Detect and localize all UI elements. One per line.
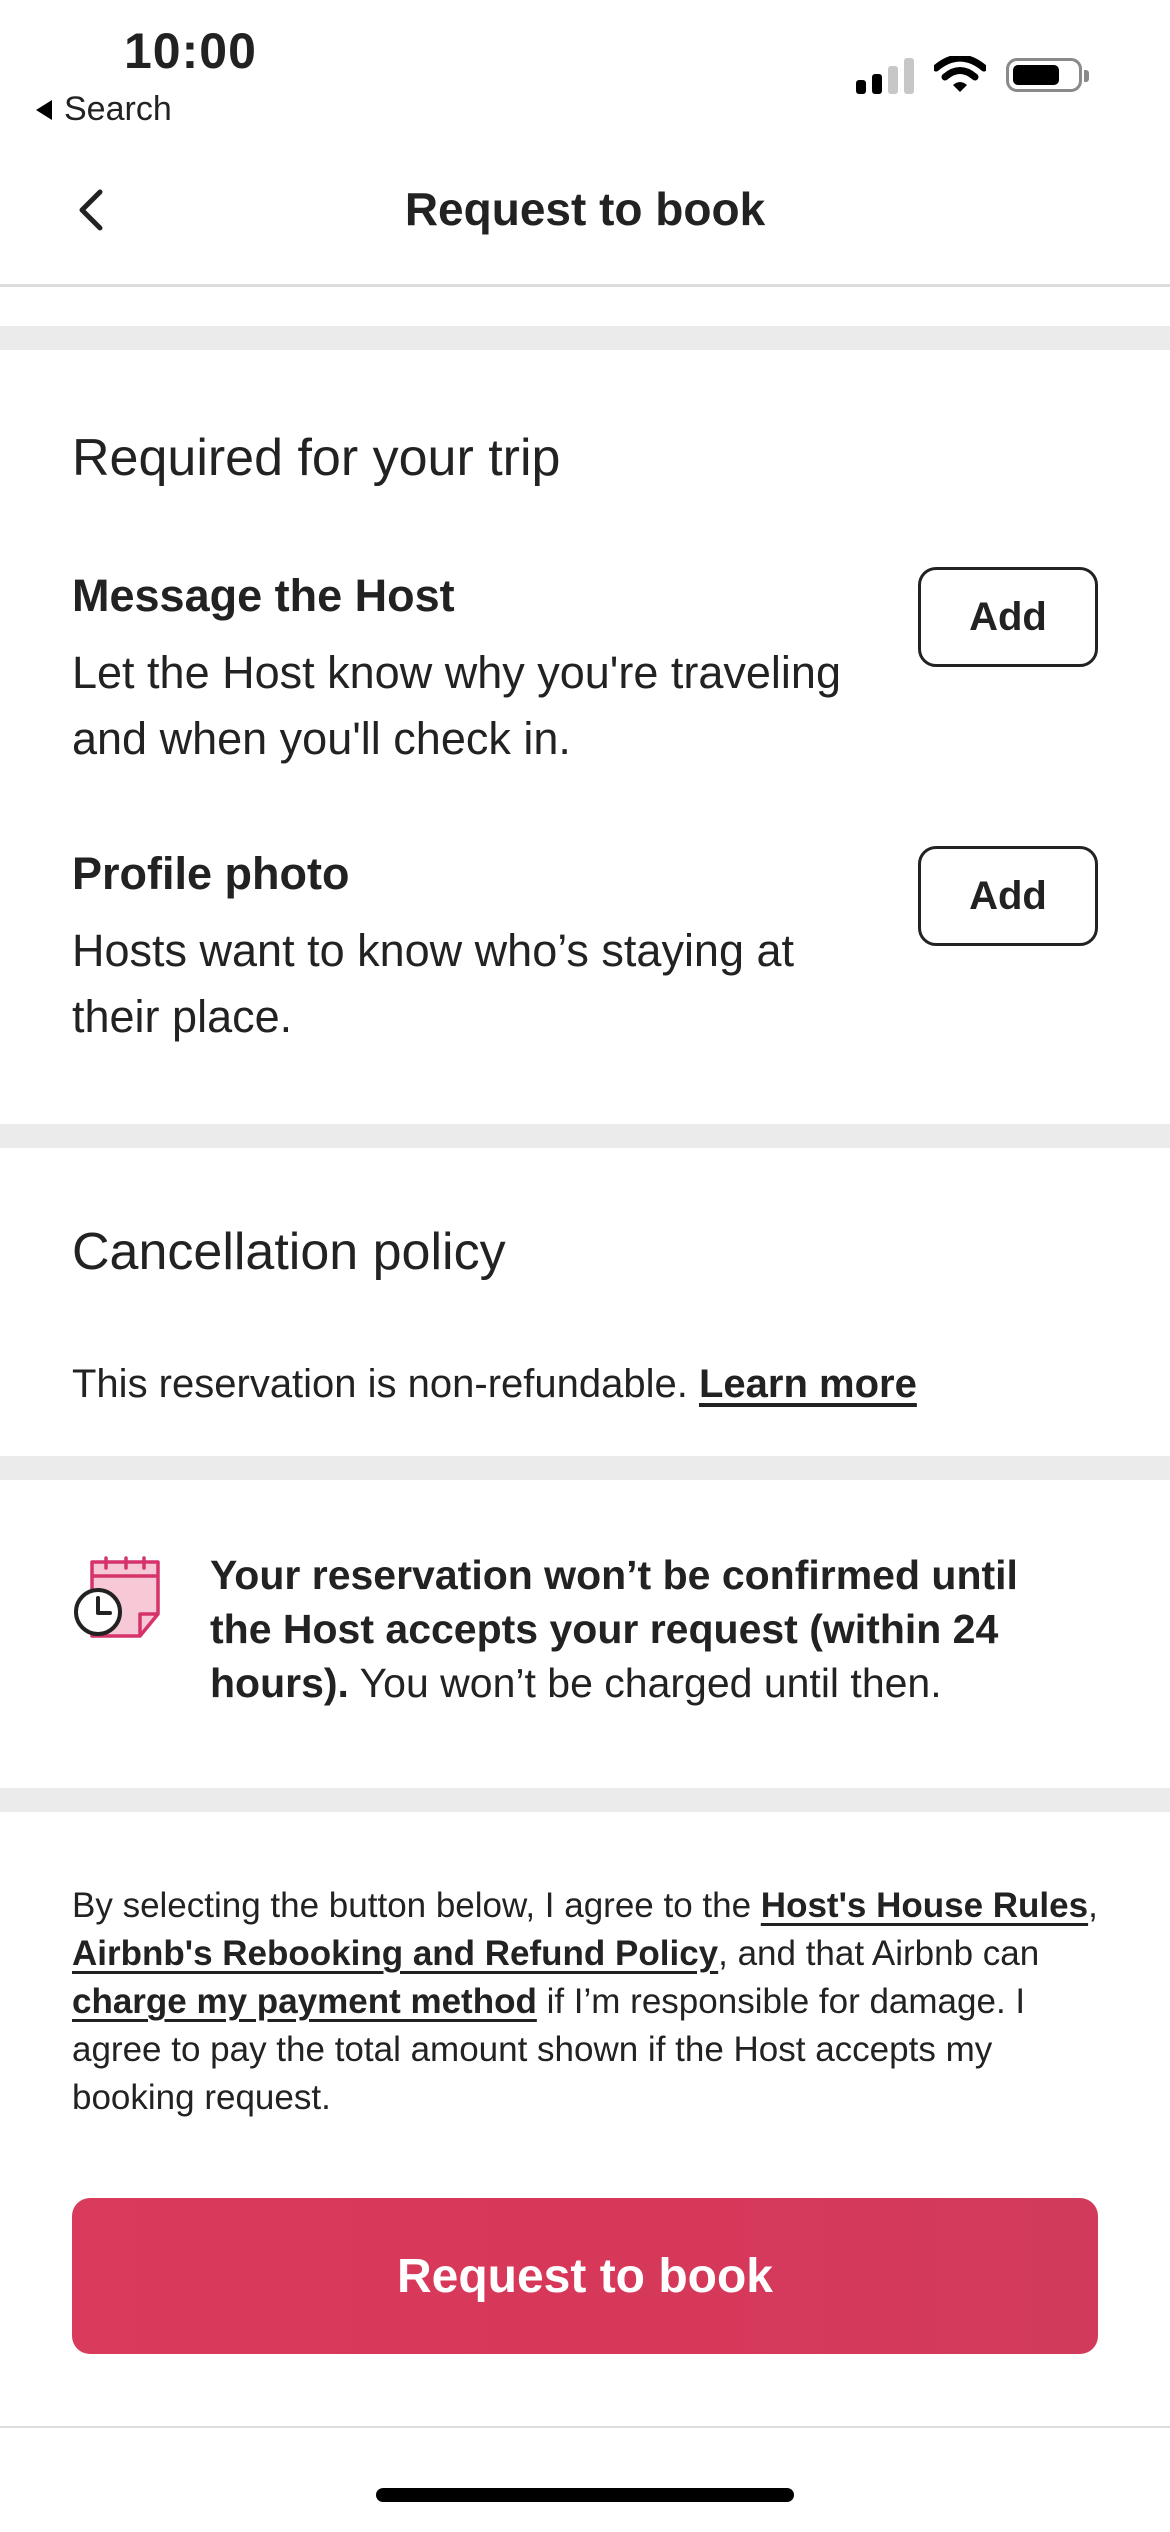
legal-text-part: , and that Airbnb can [718, 1934, 1040, 1973]
profile-photo-description: Hosts want to know who’s staying at thei… [72, 925, 795, 1042]
house-rules-link[interactable]: Host's House Rules [761, 1886, 1088, 1925]
profile-photo-title: Profile photo [72, 848, 350, 899]
legal-text-part: By selecting the button below, I agree t… [72, 1886, 761, 1925]
refund-policy-link[interactable]: Airbnb's Rebooking and Refund Policy [72, 1934, 718, 1973]
request-to-book-button[interactable]: Request to book [72, 2198, 1098, 2354]
legal-text-part: , [1088, 1886, 1098, 1925]
page-title: Request to book [404, 183, 766, 235]
cancellation-section-title: Cancellation policy [72, 1223, 506, 1281]
charge-payment-method-link[interactable]: charge my payment method [72, 1982, 537, 2021]
learn-more-link[interactable]: Learn more [699, 1362, 917, 1406]
battery-icon [1006, 58, 1089, 92]
wifi-icon [932, 54, 988, 99]
back-to-app-link[interactable]: Search [36, 90, 172, 129]
back-triangle-icon [36, 99, 52, 120]
cellular-signal-icon [856, 58, 914, 94]
calendar-clock-icon [72, 1556, 164, 1645]
message-host-title: Message the Host [72, 570, 455, 621]
back-to-app-label: Search [64, 90, 172, 128]
notice-text: You won’t be charged until then. [348, 1660, 942, 1706]
section-divider [0, 1124, 1170, 1148]
legal-agreement-text: By selecting the button below, I agree t… [72, 1882, 1102, 2122]
required-section-title: Required for your trip [72, 429, 561, 487]
home-indicator[interactable] [376, 2488, 794, 2502]
header-divider [0, 284, 1170, 287]
booking-confirmation-notice: Your reservation won’t be confirmed unti… [210, 1548, 1090, 1710]
add-message-button[interactable]: Add [918, 567, 1098, 667]
status-time: 10:00 [124, 23, 257, 79]
add-profile-photo-button[interactable]: Add [918, 846, 1098, 946]
section-divider [0, 326, 1170, 350]
footer-divider [0, 2426, 1170, 2428]
cancellation-policy-body: This reservation is non-refundable. [72, 1362, 699, 1406]
section-divider [0, 1788, 1170, 1812]
message-host-description: Let the Host know why you're traveling a… [72, 647, 841, 764]
section-divider [0, 1456, 1170, 1480]
cancellation-policy-text: This reservation is non-refundable. Lear… [72, 1362, 917, 1407]
